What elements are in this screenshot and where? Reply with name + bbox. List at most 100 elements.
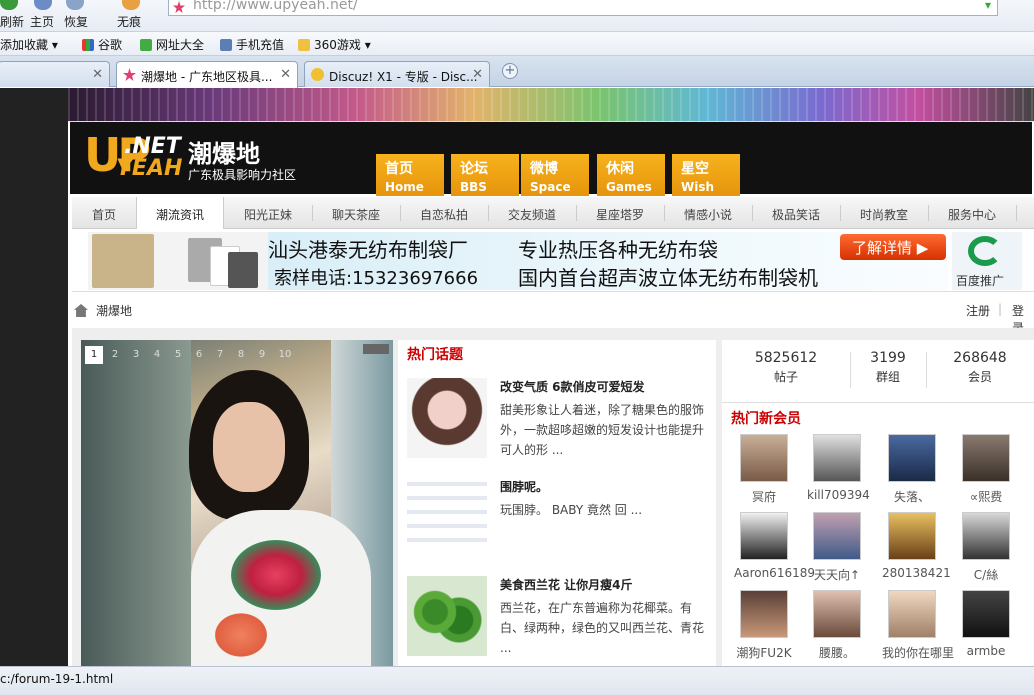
avatar[interactable] bbox=[962, 590, 1010, 638]
avatar[interactable] bbox=[740, 512, 788, 560]
article-title[interactable]: 美食西兰花 让你月瘦4斤 bbox=[500, 576, 633, 593]
subnav-service-center[interactable]: 服务中心 bbox=[932, 206, 1012, 223]
ad-learn-more-button[interactable]: 了解详情 ▶ bbox=[840, 234, 946, 260]
tab-upyeah[interactable]: 潮爆地 - 广东地区极具... ✕ bbox=[116, 61, 298, 88]
ad-machine: 国内首台超声波立体无纺布制袋机 bbox=[518, 266, 818, 290]
slide-number[interactable]: 1 bbox=[85, 346, 103, 364]
member-card[interactable]: 腰腰。 bbox=[807, 590, 867, 661]
header-nav-bbs[interactable]: 论坛 BBS bbox=[451, 154, 519, 196]
member-card[interactable]: Aaron616189 bbox=[734, 512, 815, 580]
avatar[interactable] bbox=[962, 512, 1010, 560]
avatar[interactable] bbox=[888, 512, 936, 560]
member-card[interactable]: 失落、 bbox=[882, 434, 942, 505]
subnav-horoscope[interactable]: 星座塔罗 bbox=[580, 206, 660, 223]
logo-yeah[interactable]: YEAH bbox=[116, 156, 182, 181]
bookmark-phone-recharge[interactable]: 手机充值 bbox=[220, 36, 284, 53]
tab-strip: ✕ 潮爆地 - 广东地区极具... ✕ Discuz! X1 - 专版 - Dis… bbox=[0, 56, 1034, 88]
slide-number[interactable]: 10 bbox=[274, 346, 296, 364]
member-card[interactable]: C/絲 bbox=[956, 512, 1016, 583]
status-url: c:/forum-19-1.html bbox=[0, 672, 114, 686]
member-card[interactable]: ∝熙费 bbox=[956, 434, 1016, 505]
avatar[interactable] bbox=[888, 590, 936, 638]
logo-tagline: 广东极具影响力社区 bbox=[188, 168, 297, 182]
header-nav-space[interactable]: 微博 Space bbox=[521, 154, 589, 196]
close-tab-icon[interactable]: ✕ bbox=[472, 67, 483, 82]
featured-slideshow-image[interactable]: 1 2 3 4 5 6 7 8 9 10 bbox=[81, 340, 393, 666]
slide-number[interactable]: 2 bbox=[106, 346, 124, 364]
close-tab-icon[interactable]: ✕ bbox=[92, 67, 103, 82]
home-icon[interactable] bbox=[34, 0, 52, 10]
member-card[interactable]: 我的你在哪里 bbox=[882, 590, 954, 661]
slide-number[interactable]: 9 bbox=[253, 346, 271, 364]
avatar[interactable] bbox=[888, 434, 936, 482]
slide-number[interactable]: 4 bbox=[148, 346, 166, 364]
header-nav-wish[interactable]: 星空 Wish bbox=[672, 154, 740, 196]
member-card[interactable]: 潮狗FU2K bbox=[734, 590, 794, 661]
refresh-button[interactable]: 刷新 bbox=[0, 13, 24, 30]
site-favicon-icon bbox=[123, 68, 136, 81]
subnav-dating[interactable]: 交友频道 bbox=[492, 206, 572, 223]
restore-button[interactable]: 恢复 bbox=[64, 13, 88, 30]
new-tab-button[interactable]: + bbox=[502, 63, 518, 79]
header-nav-games[interactable]: 休闲 Games bbox=[597, 154, 665, 196]
bookmark-add-favorite[interactable]: 添加收藏 ▾ bbox=[0, 36, 58, 53]
avatar[interactable] bbox=[740, 590, 788, 638]
incognito-button[interactable]: 无痕 bbox=[117, 13, 141, 30]
home-icon[interactable] bbox=[74, 304, 88, 317]
subnav-home[interactable]: 首页 bbox=[72, 206, 136, 223]
breadcrumb: 潮爆地 注册 | 登录 bbox=[72, 298, 1034, 335]
article-thumbnail[interactable] bbox=[407, 478, 487, 552]
baidu-promotion-logo[interactable]: 百度推广 bbox=[952, 232, 1022, 290]
avatar[interactable] bbox=[740, 434, 788, 482]
decorative-banner-lines bbox=[68, 88, 1034, 121]
tab-discuz[interactable]: Discuz! X1 - 专版 - Disc... ✕ bbox=[304, 61, 490, 87]
subnav-sunshine-girls[interactable]: 阳光正妹 bbox=[228, 206, 308, 223]
member-card[interactable]: 280138421 bbox=[882, 512, 951, 580]
article-title[interactable]: 围脖呢。 bbox=[500, 478, 548, 495]
address-url[interactable]: http://www.upyeah.net/ bbox=[193, 0, 358, 13]
tab-previous[interactable]: ✕ bbox=[0, 61, 110, 87]
ad-phone: 索样电话:15323697666 bbox=[274, 268, 479, 289]
advertisement-banner[interactable]: 汕头港泰无纺布制袋厂 专业热压各种无纺布袋 索样电话:15323697666 国… bbox=[72, 230, 1034, 292]
close-tab-icon[interactable]: ✕ bbox=[280, 67, 291, 82]
register-link[interactable]: 注册 bbox=[966, 302, 990, 319]
member-card[interactable]: kill709394 bbox=[807, 434, 870, 502]
home-button[interactable]: 主页 bbox=[30, 13, 54, 30]
bookmark-hao123[interactable]: 网址大全 bbox=[140, 36, 204, 53]
restore-icon[interactable] bbox=[66, 0, 84, 10]
article-thumbnail[interactable] bbox=[407, 576, 487, 656]
refresh-icon[interactable] bbox=[0, 0, 18, 10]
header-nav-home[interactable]: 首页 Home bbox=[376, 154, 444, 196]
bookmark-google[interactable]: 谷歌 bbox=[82, 36, 122, 53]
slide-number[interactable]: 5 bbox=[169, 346, 187, 364]
slide-number[interactable]: 6 bbox=[190, 346, 208, 364]
avatar[interactable] bbox=[813, 512, 861, 560]
bookmark-360-games[interactable]: 360游戏 ▾ bbox=[298, 36, 371, 53]
member-card[interactable]: 冥府 bbox=[734, 434, 794, 505]
member-card[interactable]: 天天向↑ bbox=[807, 512, 867, 583]
slide-number[interactable]: 3 bbox=[127, 346, 145, 364]
slide-number[interactable]: 7 bbox=[211, 346, 229, 364]
subnav-trend-news[interactable]: 潮流资讯 bbox=[136, 197, 224, 229]
address-dropdown-icon[interactable]: ▾ bbox=[985, 0, 991, 12]
avatar[interactable] bbox=[962, 434, 1010, 482]
avatar[interactable] bbox=[813, 590, 861, 638]
address-bar[interactable]: http://www.upyeah.net/ ▾ bbox=[168, 0, 998, 16]
article-title[interactable]: 改变气质 6款俏皮可爱短发 bbox=[500, 378, 645, 395]
subnav-selfie[interactable]: 自恋私拍 bbox=[404, 206, 484, 223]
sub-navigation: 首页 潮流资讯 阳光正妹 聊天茶座 自恋私拍 交友频道 星座塔罗 情感小说 极品… bbox=[72, 197, 1034, 229]
incognito-icon[interactable] bbox=[122, 0, 140, 10]
avatar[interactable] bbox=[813, 434, 861, 482]
subnav-romance-novels[interactable]: 情感小说 bbox=[668, 206, 748, 223]
breadcrumb-home-link[interactable]: 潮爆地 bbox=[96, 302, 132, 319]
site-header: UP .NET YEAH 潮爆地 广东极具影响力社区 首页 Home 论坛 BBS … bbox=[68, 121, 1034, 196]
slide-number[interactable]: 8 bbox=[232, 346, 250, 364]
ad-slogan: 专业热压各种无纺布袋 bbox=[518, 238, 718, 262]
member-card[interactable]: armbe bbox=[956, 590, 1016, 658]
phone-icon bbox=[220, 39, 232, 51]
logo-chinese-name[interactable]: 潮爆地 bbox=[188, 134, 260, 169]
article-thumbnail[interactable] bbox=[407, 378, 487, 458]
subnav-fashion-class[interactable]: 时尚教室 bbox=[844, 206, 924, 223]
subnav-chat[interactable]: 聊天茶座 bbox=[316, 206, 396, 223]
subnav-jokes[interactable]: 极品笑话 bbox=[756, 206, 836, 223]
